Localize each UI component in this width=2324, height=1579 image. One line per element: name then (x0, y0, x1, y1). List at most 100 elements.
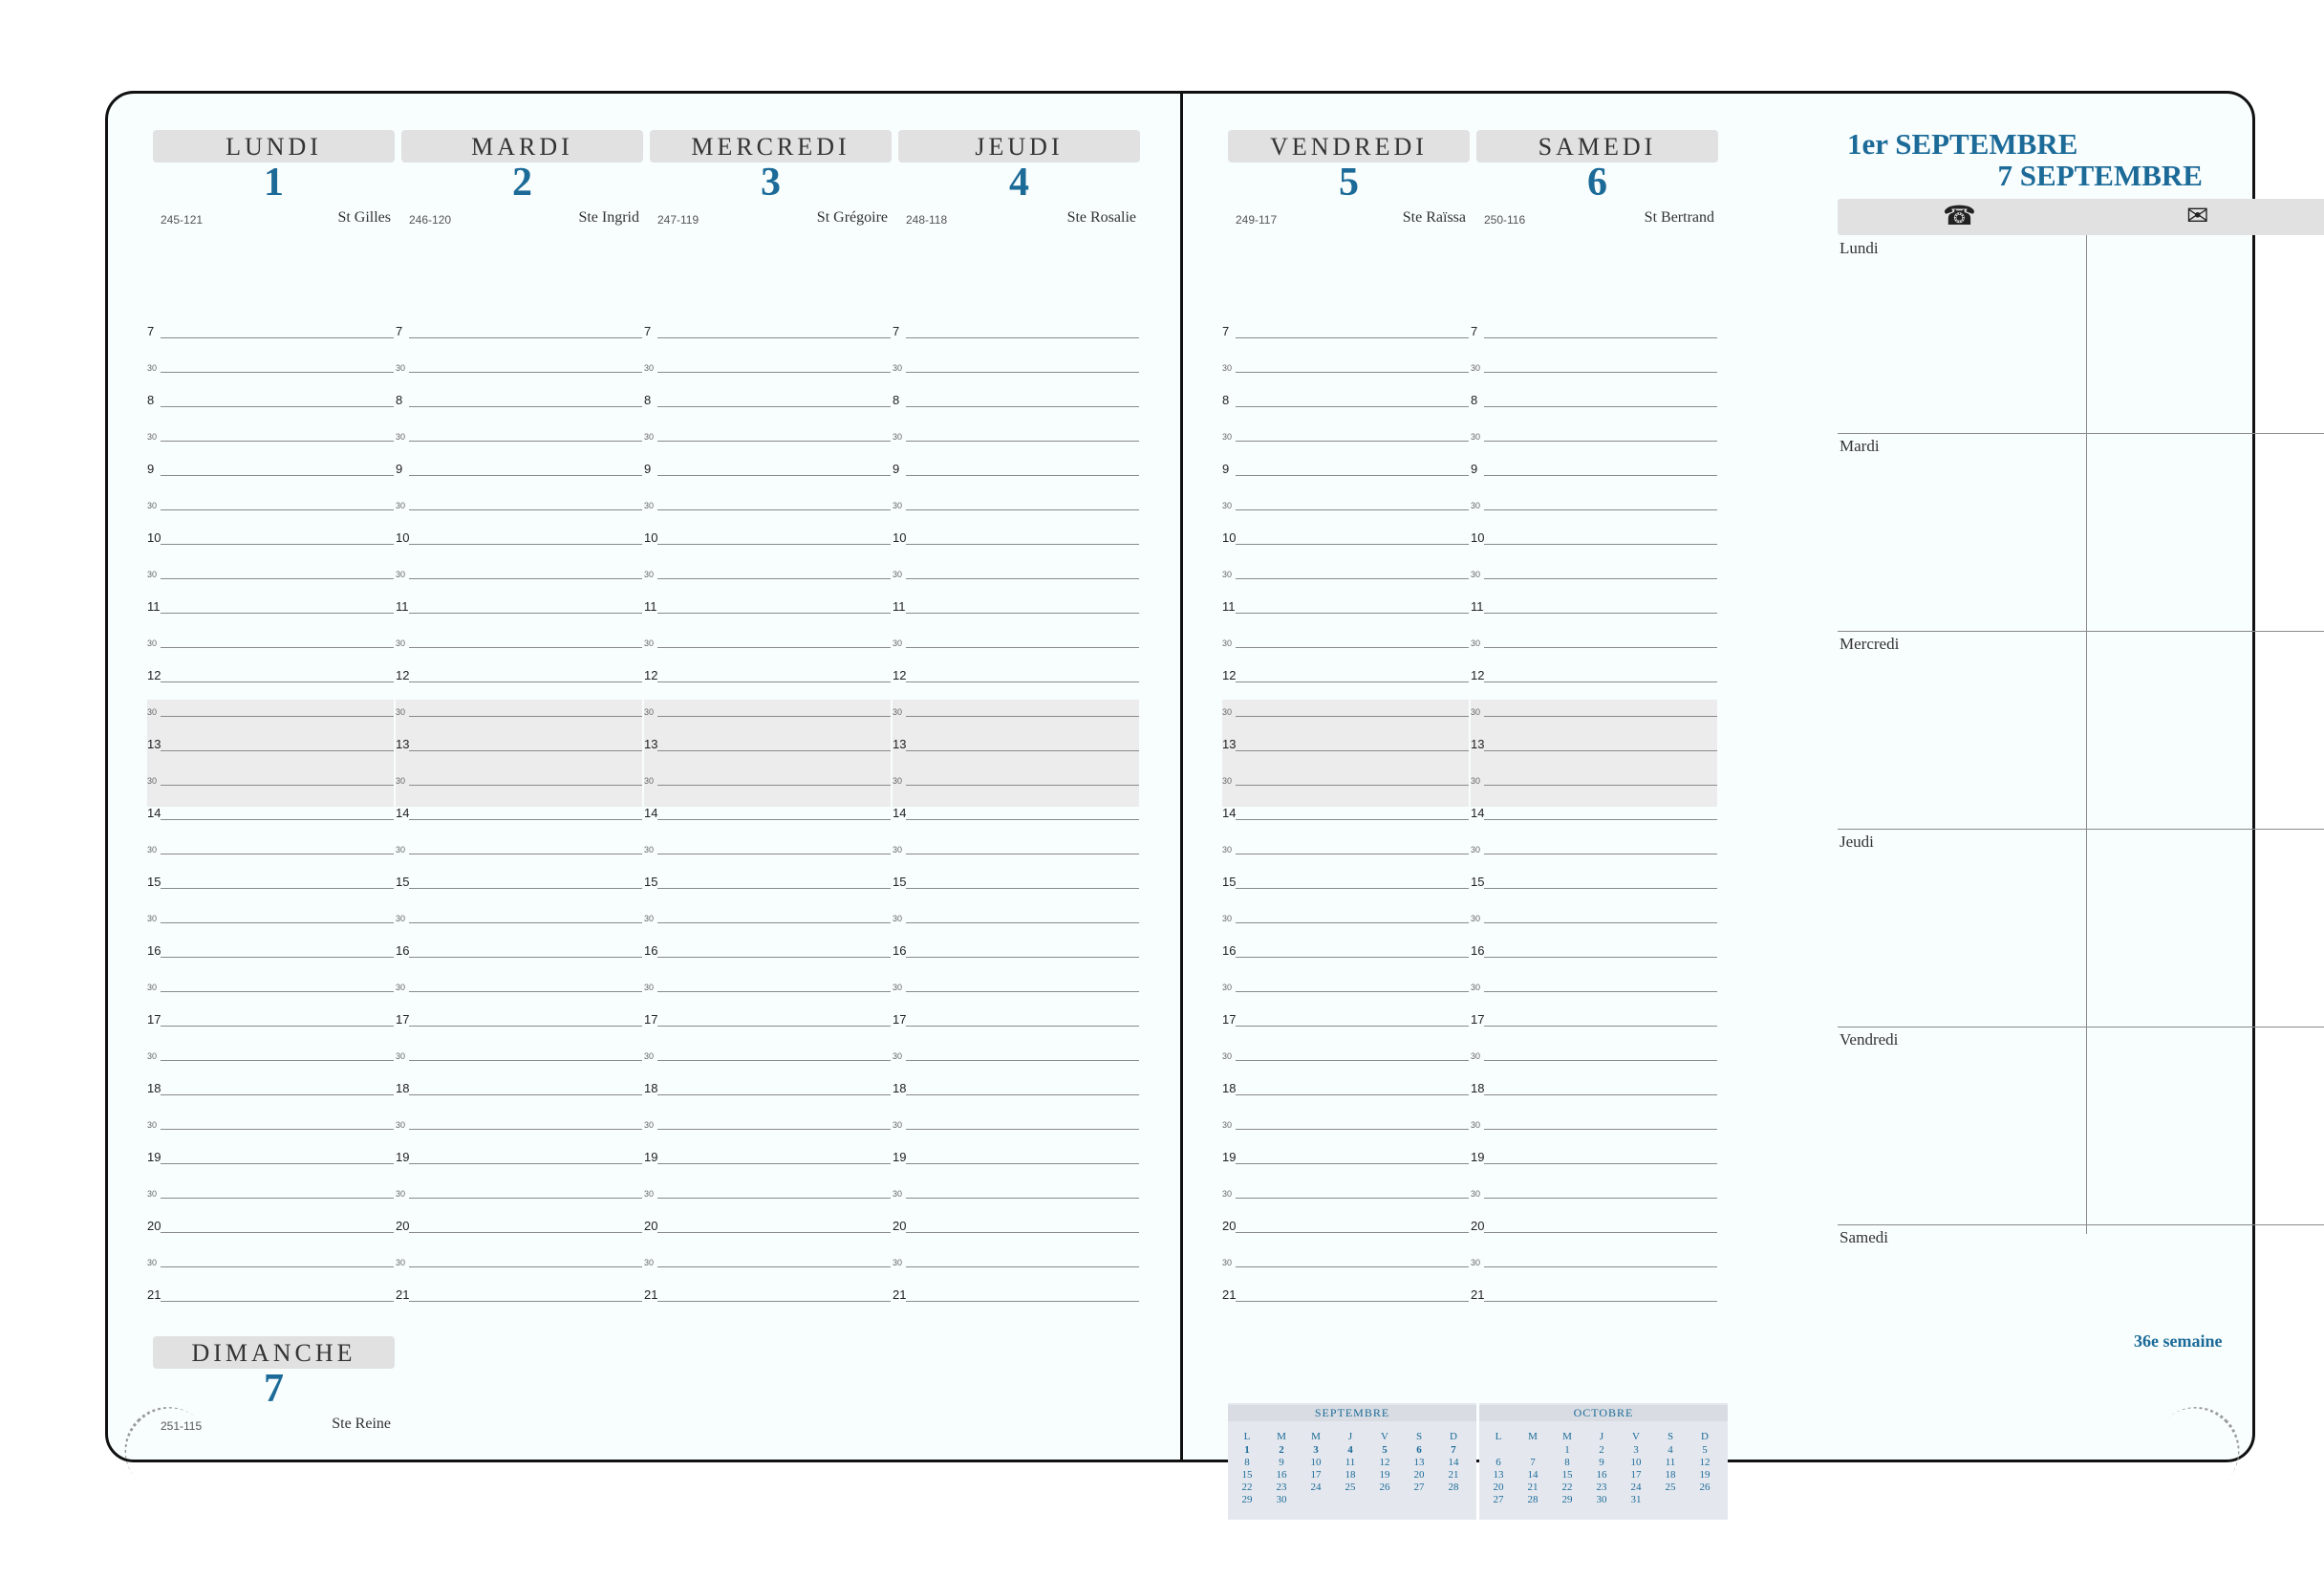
time-line (409, 337, 642, 338)
mail-icon: ✉ (2186, 202, 2209, 231)
time-line (906, 1060, 1139, 1061)
time-row: 18 (147, 1063, 394, 1097)
time-label: 19 (1471, 1150, 1485, 1164)
time-label: 30 (396, 845, 406, 854)
mini-calendar-date: 8 (1244, 1457, 1250, 1468)
time-label: 30 (893, 363, 903, 373)
mini-calendar-date: 7 (1451, 1444, 1456, 1456)
time-label: 14 (396, 806, 410, 820)
notes-section[interactable]: Lundi (1838, 235, 2324, 434)
time-row: 30 (1471, 340, 1717, 375)
notes-section[interactable]: Vendredi (1838, 1027, 2324, 1225)
time-row: 30 (396, 340, 642, 375)
mini-calendar-date: 12 (1379, 1457, 1390, 1468)
notes-section[interactable]: Samedi (1838, 1224, 2324, 1282)
time-line (906, 681, 1139, 682)
day-name: SAMEDI (1476, 130, 1718, 162)
time-label: 20 (147, 1219, 161, 1233)
notes-section-title: Mardi (1840, 437, 1880, 455)
mini-calendar-date: 10 (1630, 1457, 1642, 1468)
time-line (1484, 337, 1717, 338)
time-row: 16 (893, 925, 1139, 960)
time-line (1236, 1026, 1469, 1027)
time-line (409, 578, 642, 579)
time-label: 30 (147, 570, 158, 579)
time-label: 18 (893, 1081, 907, 1095)
time-label: 15 (1222, 875, 1237, 889)
time-row: 30 (147, 340, 394, 375)
time-label: 30 (396, 1189, 406, 1199)
time-row: 30 (396, 478, 642, 512)
mini-calendar-weekday: M (1562, 1431, 1572, 1442)
notes-section[interactable]: Mercredi (1838, 631, 2324, 830)
time-label: 18 (1222, 1081, 1237, 1095)
time-label: 30 (893, 501, 903, 510)
time-line (657, 1163, 891, 1164)
time-row: 30 (1471, 822, 1717, 856)
time-line (1236, 406, 1469, 407)
time-label: 11 (147, 599, 161, 614)
time-line (409, 613, 642, 614)
day-code: 245-121 (161, 213, 204, 227)
time-row: 9 (1471, 443, 1717, 478)
notes-section[interactable]: Mardi (1838, 433, 2324, 632)
mini-calendar-date: 25 (1345, 1482, 1356, 1493)
time-label: 20 (893, 1219, 907, 1233)
time-grid: 7 30 8 30 9 30 10 30 11 30 12 30 13 30 14 30 15 30 16 30 17 3… (644, 306, 891, 1304)
mini-calendar-weekday: D (1701, 1431, 1709, 1442)
time-row: 15 (147, 856, 394, 891)
time-row: 10 (147, 512, 394, 547)
mini-calendar-date: 13 (1493, 1469, 1504, 1481)
time-row: 30 (644, 1166, 891, 1200)
mini-calendar-date: 21 (1527, 1482, 1539, 1493)
time-row: 30 (1222, 822, 1469, 856)
time-line (657, 1266, 891, 1267)
time-label: 30 (147, 707, 158, 717)
mini-calendar-date: 30 (1276, 1494, 1287, 1505)
time-row: 30 (147, 547, 394, 581)
day-name: VENDREDI (1228, 130, 1470, 162)
time-row: 7 (147, 306, 394, 340)
time-line (657, 647, 891, 648)
time-label: 30 (147, 914, 158, 923)
time-row: 14 (147, 788, 394, 822)
time-row: 30 (147, 616, 394, 650)
time-row: 30 (644, 684, 891, 719)
notes-section-title: Vendredi (1840, 1030, 1899, 1049)
planner-spread: LUNDI 1 245-121 St Gilles 7 30 8 30 9 30 10 30 11 30 1… (105, 91, 2324, 1520)
time-label: 30 (396, 363, 406, 373)
time-row: 30 (893, 822, 1139, 856)
time-label: 30 (893, 1051, 903, 1061)
mini-calendar-date: 26 (1699, 1482, 1711, 1493)
time-row: 20 (396, 1200, 642, 1235)
time-line (161, 1198, 394, 1199)
mini-calendar-date: 29 (1241, 1494, 1253, 1505)
time-label: 30 (893, 1189, 903, 1199)
time-row: 21 (396, 1269, 642, 1304)
time-line (906, 337, 1139, 338)
mini-calendar-date: 17 (1630, 1469, 1642, 1481)
time-line (1484, 991, 1717, 992)
day-name: JEUDI (898, 130, 1140, 162)
notes-section[interactable]: Jeudi (1838, 829, 2324, 1027)
mini-calendar-date: 3 (1633, 1444, 1639, 1456)
mini-calendar-weekday: M (1277, 1431, 1286, 1442)
time-line (906, 785, 1139, 786)
time-row: 12 (893, 650, 1139, 684)
time-line (409, 647, 642, 648)
time-line (1484, 1094, 1717, 1095)
time-row: 30 (1471, 478, 1717, 512)
time-line (906, 406, 1139, 407)
time-row: 30 (1222, 1166, 1469, 1200)
time-row: 30 (396, 960, 642, 994)
time-row: 19 (893, 1132, 1139, 1166)
day-code: 249-117 (1236, 213, 1278, 227)
time-line (409, 372, 642, 373)
time-line (906, 991, 1139, 992)
time-line (1484, 475, 1717, 476)
mini-calendar-date: 25 (1665, 1482, 1676, 1493)
time-line (1236, 991, 1469, 992)
time-line (161, 750, 394, 751)
time-line (1236, 1198, 1469, 1199)
time-row: 17 (147, 994, 394, 1028)
